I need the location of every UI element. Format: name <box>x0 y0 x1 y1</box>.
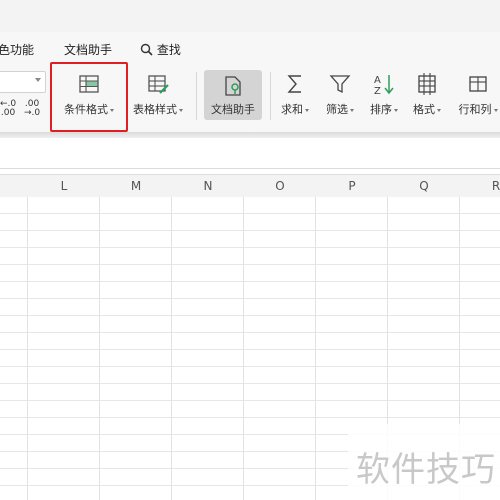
chevron-down-icon <box>350 108 354 112</box>
doc-assistant-button[interactable]: 文档助手 <box>204 70 262 120</box>
formula-bar[interactable] <box>0 138 500 169</box>
doc-assistant-icon <box>225 76 241 96</box>
table-style-icon <box>148 75 169 94</box>
menu-item-doc-assistant[interactable]: 文档助手 <box>64 41 112 58</box>
grid-row-line <box>0 281 500 282</box>
highlight-box <box>50 62 128 132</box>
font-size-select[interactable] <box>0 71 46 93</box>
grid-row-line <box>0 332 500 333</box>
column-header-n[interactable]: N <box>172 179 244 193</box>
column-header-q[interactable]: Q <box>388 179 460 193</box>
format-label: 格式 <box>413 103 435 116</box>
column-header-r[interactable]: R <box>486 179 500 193</box>
svg-text:A: A <box>374 75 381 86</box>
chevron-down-icon <box>305 108 309 112</box>
chevron-down-icon <box>394 108 398 112</box>
grid-row-line <box>0 315 500 316</box>
row-col-label: 行和列 <box>458 103 492 116</box>
title-bar <box>0 0 500 32</box>
chevron-down-icon <box>437 108 441 112</box>
increase-decimal-button[interactable]: ←.0 .00 <box>0 100 16 118</box>
row-col-icon <box>469 76 487 92</box>
grid-row-line <box>0 417 500 418</box>
menu-item-features[interactable]: 色功能 <box>0 41 34 58</box>
filter-icon <box>329 75 351 94</box>
sort-button[interactable]: A Z 排序 <box>364 68 404 128</box>
grid-row-line <box>0 383 500 384</box>
column-header-p[interactable]: P <box>316 179 388 193</box>
format-icon <box>418 73 436 95</box>
table-style-button[interactable]: 表格样式 <box>128 68 188 128</box>
grid-row-line <box>0 298 500 299</box>
watermark-text: 软件技巧 <box>356 450 496 490</box>
svg-text:Z: Z <box>374 86 381 96</box>
sum-icon <box>287 75 301 93</box>
grid-row-line <box>0 349 500 350</box>
grid-row-line <box>0 264 500 265</box>
decrease-decimal-button[interactable]: .00 →.0 <box>24 100 40 118</box>
search-icon <box>140 43 153 56</box>
increase-decimal-bottom: .00 <box>0 108 16 118</box>
sum-button[interactable]: 求和 <box>276 68 314 128</box>
search-label: 查找 <box>156 43 181 57</box>
separator <box>196 72 197 120</box>
grid-row-line <box>0 213 500 214</box>
column-header-l[interactable]: L <box>28 179 100 193</box>
row-col-button[interactable]: 行和列 <box>452 68 500 128</box>
decrease-decimal-bottom: →.0 <box>24 108 41 118</box>
sum-label: 求和 <box>281 103 303 116</box>
doc-assistant-label: 文档助手 <box>211 103 255 116</box>
watermark: 软件技巧 <box>348 424 500 500</box>
grid-row-line <box>0 247 500 248</box>
menu-item-search[interactable]: 查找 <box>140 41 181 58</box>
grid-row-line <box>0 400 500 401</box>
chevron-down-icon <box>179 108 183 112</box>
column-header-row: L M N O P Q R <box>0 174 500 198</box>
menu-bar: 色功能 文档助手 查找 <box>0 32 500 64</box>
filter-label: 筛选 <box>326 103 348 116</box>
chevron-down-icon <box>493 108 498 112</box>
filter-button[interactable]: 筛选 <box>320 68 360 128</box>
table-style-label: 表格样式 <box>133 103 177 116</box>
sort-icon: A Z <box>374 75 394 96</box>
column-header-o[interactable]: O <box>244 179 316 193</box>
column-header-m[interactable]: M <box>100 179 172 193</box>
grid-row-line <box>0 230 500 231</box>
separator <box>270 72 271 120</box>
grid-row-line <box>0 366 500 367</box>
sort-label: 排序 <box>370 103 392 116</box>
chevron-down-icon <box>35 78 41 82</box>
format-button[interactable]: 格式 <box>407 68 447 128</box>
